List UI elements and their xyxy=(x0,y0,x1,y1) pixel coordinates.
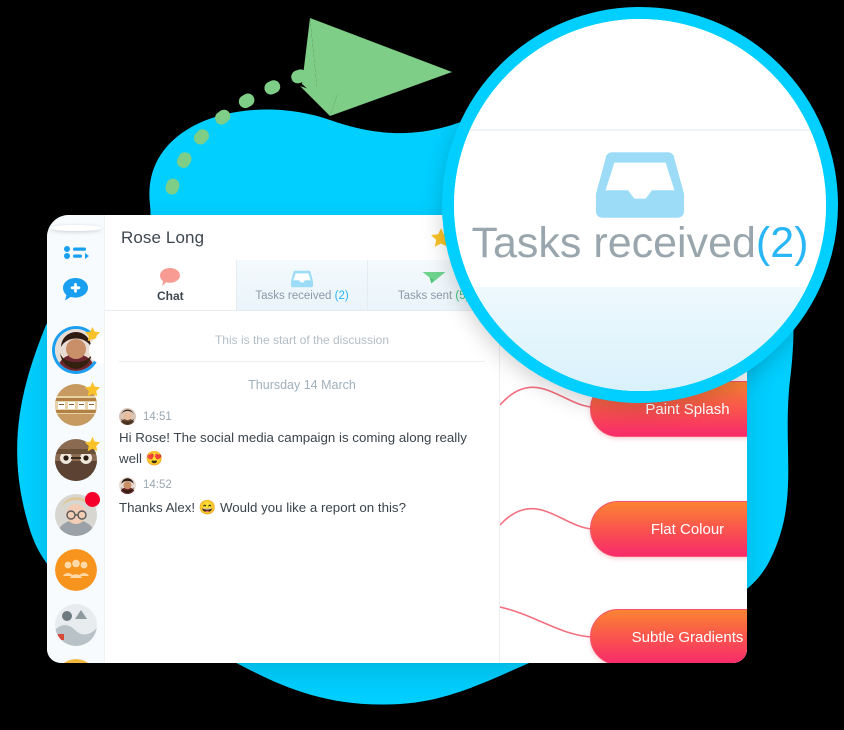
sidebar-item-contact-4[interactable] xyxy=(54,492,100,536)
chat-header: Rose Long xyxy=(105,215,499,260)
magnifier-content: Tasks received(2) xyxy=(454,19,826,391)
plane-trail-dashes xyxy=(165,65,319,195)
discussion-start-note: This is the start of the discussion xyxy=(214,333,390,347)
inbox-tray-icon xyxy=(290,268,314,288)
inbox-tray-icon xyxy=(592,149,688,226)
sidebar-item-contact-group[interactable] xyxy=(54,549,97,591)
task-list-icon[interactable] xyxy=(56,245,96,263)
date-separator: Thursday 14 March xyxy=(248,378,356,392)
star-badge-icon xyxy=(84,381,100,397)
chat-panel: Rose Long Chat Tasks received (2) Tasks … xyxy=(105,215,500,663)
new-chat-icon[interactable] xyxy=(56,277,96,302)
message-header: 14:51 xyxy=(119,408,485,425)
screenshot-stage: Rose Long Chat Tasks received (2) Tasks … xyxy=(0,0,844,730)
message-text: Hi Rose! The social media campaign is co… xyxy=(119,430,467,466)
magnifier-tabbar-background xyxy=(454,287,826,391)
message-item: 14:51 Hi Rose! The social media campaign… xyxy=(119,402,485,471)
sidebar-item-contact-2[interactable] xyxy=(54,381,100,426)
plane-wing-mid xyxy=(330,64,452,116)
chat-bubble-icon xyxy=(159,267,181,287)
message-timestamp: 14:52 xyxy=(143,479,172,492)
sidebar-item-contact-7[interactable] xyxy=(55,659,97,663)
tab-chat[interactable]: Chat xyxy=(105,260,236,310)
page-title: Rose Long xyxy=(121,227,205,247)
message-list[interactable]: This is the start of the discussion Thur… xyxy=(105,311,499,663)
message-avatar-alex xyxy=(119,408,136,425)
tab-tasks-received[interactable]: Tasks received (2) xyxy=(235,260,368,310)
tab-tasks-received-label: Tasks received (2) xyxy=(255,290,349,302)
message-timestamp: 14:51 xyxy=(143,410,172,423)
message-header: 14:52 xyxy=(119,476,485,494)
message-text: Thanks Alex! 😄 Would you like a report o… xyxy=(119,498,406,515)
sidebar xyxy=(47,215,105,663)
magnifier-lens: Tasks received(2) xyxy=(442,7,838,403)
sidebar-item-contact-1[interactable] xyxy=(54,326,104,371)
mindmap-node-flat-colour[interactable]: Flat Colour xyxy=(590,501,747,557)
notification-dot-badge xyxy=(84,492,100,507)
grinning-face-emoji: 😄 xyxy=(198,498,217,515)
magnifier-label: Tasks received(2) xyxy=(471,219,809,267)
paper-plane-icon xyxy=(421,268,447,288)
message-avatar-rose xyxy=(119,476,136,494)
me-avatar[interactable] xyxy=(49,225,102,231)
heart-eyes-emoji: 😍 xyxy=(145,449,164,466)
star-badge-icon xyxy=(84,436,100,452)
sidebar-item-contact-6[interactable] xyxy=(54,604,97,646)
tab-chat-label: Chat xyxy=(157,289,184,303)
mindmap-node-subtle-gradients[interactable]: Subtle Gradients xyxy=(590,609,747,663)
magnifier-separator-line xyxy=(454,129,826,131)
tab-bar: Chat Tasks received (2) Tasks sent xyxy=(105,260,500,311)
message-item: 14:52 Thanks Alex! 😄 Would you like a re… xyxy=(119,471,485,520)
sidebar-item-contact-3[interactable] xyxy=(54,436,100,481)
